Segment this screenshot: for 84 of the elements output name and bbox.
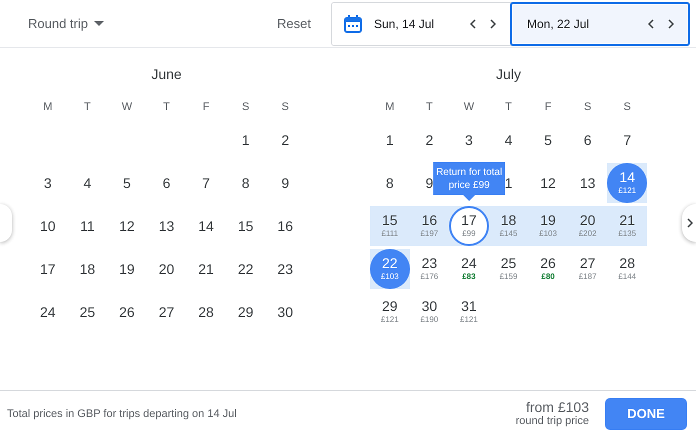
day-cell[interactable]: 17 bbox=[28, 248, 68, 288]
day-cell[interactable]: 13 bbox=[568, 162, 608, 202]
day-cell[interactable]: 22 £103 bbox=[370, 248, 410, 288]
day-cell[interactable]: 10 bbox=[28, 206, 68, 246]
next-month-button[interactable] bbox=[682, 204, 696, 242]
day-cell[interactable]: 9 bbox=[265, 162, 305, 202]
day-cell[interactable]: 26 £80 bbox=[528, 248, 568, 288]
month-title: June bbox=[151, 64, 182, 84]
day-cell[interactable]: 27 bbox=[146, 292, 186, 332]
day-cell[interactable]: 23 £176 bbox=[410, 248, 450, 288]
day-cell[interactable]: 13 bbox=[146, 206, 186, 246]
day-cell[interactable]: 1 bbox=[370, 120, 410, 160]
weekday-label: W bbox=[464, 100, 474, 115]
day-cell[interactable]: 2 bbox=[265, 120, 305, 160]
day-cell[interactable]: 29 bbox=[226, 292, 266, 332]
day-cell[interactable]: 29 £121 bbox=[370, 292, 410, 332]
day-cell[interactable]: 3 bbox=[449, 120, 489, 160]
day-cell[interactable]: 24 £83 bbox=[449, 248, 489, 288]
day-cell[interactable]: 12 bbox=[107, 206, 147, 246]
weekday-label: F bbox=[202, 100, 210, 115]
day-cell[interactable]: 4 bbox=[68, 162, 108, 202]
day-cell[interactable]: 31 £121 bbox=[449, 292, 489, 332]
day-cell[interactable]: 14 bbox=[186, 206, 226, 246]
day-cell[interactable]: 24 bbox=[28, 292, 68, 332]
weekday-label: S bbox=[282, 100, 289, 115]
day-cell[interactable]: 18 bbox=[68, 248, 108, 288]
day-cell[interactable]: 21 £135 bbox=[607, 206, 647, 246]
price-caption: round trip price bbox=[516, 415, 589, 428]
day-cell[interactable]: 22 bbox=[226, 248, 266, 288]
day-cell[interactable]: 8 bbox=[370, 162, 410, 202]
day-cell[interactable]: 30 bbox=[265, 292, 305, 332]
trip-type-dropdown[interactable]: Round trip bbox=[28, 14, 104, 34]
chevron-right-icon bbox=[687, 218, 693, 228]
weekday-label: M bbox=[43, 100, 52, 115]
day-cell[interactable]: 25 £159 bbox=[488, 248, 528, 288]
day-cell[interactable]: 17 £99 bbox=[449, 206, 489, 246]
from-price: from £103 bbox=[526, 400, 589, 415]
caret-icon bbox=[94, 21, 104, 26]
day-cell[interactable]: 16 £197 bbox=[410, 206, 450, 246]
day-cell[interactable]: 30 £190 bbox=[410, 292, 450, 332]
day-cell[interactable]: 28 £144 bbox=[607, 248, 647, 288]
day-cell[interactable]: 15 bbox=[226, 206, 266, 246]
weekday-label: T bbox=[505, 100, 512, 115]
day-cell[interactable]: 12 bbox=[528, 162, 568, 202]
day-cell[interactable]: 14 £121 bbox=[607, 162, 647, 202]
day-cell[interactable]: 8 bbox=[226, 162, 266, 202]
weekday-label: S bbox=[624, 100, 631, 115]
day-cell[interactable]: 7 bbox=[186, 162, 226, 202]
weekday-label: S bbox=[584, 100, 592, 115]
weekday-label: W bbox=[122, 100, 132, 115]
day-cell[interactable]: 21 bbox=[186, 248, 226, 288]
weekday-label: S bbox=[242, 100, 250, 115]
day-cell[interactable]: 28 bbox=[186, 292, 226, 332]
month-title: July bbox=[496, 64, 521, 84]
day-cell[interactable]: 6 bbox=[146, 162, 186, 202]
weekday-label: T bbox=[163, 100, 170, 115]
day-cell[interactable]: 7 bbox=[607, 120, 647, 160]
day-cell[interactable]: 23 bbox=[265, 248, 305, 288]
day-cell[interactable]: 4 bbox=[488, 120, 528, 160]
day-cell[interactable]: 3 bbox=[28, 162, 68, 202]
day-cell[interactable]: 20 bbox=[146, 248, 186, 288]
day-cell[interactable]: 1 bbox=[226, 120, 266, 160]
footer-note: Total prices in GBP for trips departing on 14 Jul bbox=[7, 406, 237, 422]
day-cell[interactable]: 19 £103 bbox=[528, 206, 568, 246]
day-cell[interactable]: 11 bbox=[68, 206, 108, 246]
weekday-label: T bbox=[84, 100, 91, 115]
day-cell[interactable]: 6 bbox=[568, 120, 608, 160]
day-cell[interactable]: 5 bbox=[528, 120, 568, 160]
day-cell[interactable]: 16 bbox=[265, 206, 305, 246]
day-cell[interactable]: 27 £187 bbox=[568, 248, 608, 288]
day-cell[interactable]: 20 £202 bbox=[568, 206, 608, 246]
weekday-label: T bbox=[426, 100, 433, 115]
weekday-label: M bbox=[385, 100, 394, 115]
done-button[interactable]: DONE bbox=[605, 398, 687, 430]
day-cell[interactable]: 2 bbox=[410, 120, 450, 160]
day-cell[interactable]: 18 £145 bbox=[488, 206, 528, 246]
weekday-label: F bbox=[544, 100, 552, 115]
day-cell[interactable]: 26 bbox=[107, 292, 147, 332]
day-cell[interactable]: 25 bbox=[68, 292, 108, 332]
day-cell[interactable]: 5 bbox=[107, 162, 147, 202]
price-tooltip: Return for total price £99 bbox=[433, 162, 506, 201]
day-cell[interactable]: 19 bbox=[107, 248, 147, 288]
reset-button[interactable]: Reset bbox=[277, 14, 311, 34]
day-cell[interactable]: 15 £111 bbox=[370, 206, 410, 246]
